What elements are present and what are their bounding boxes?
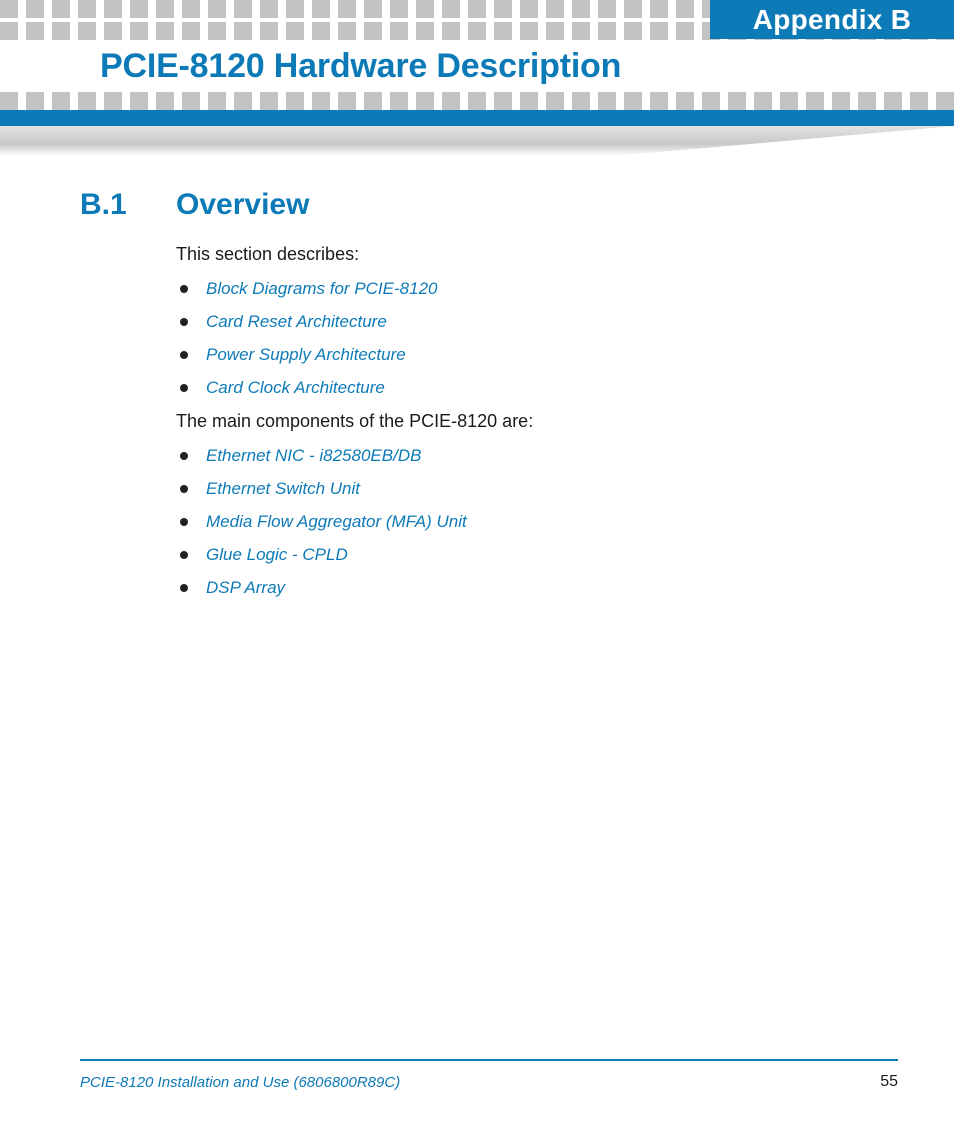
list-item: Media Flow Aggregator (MFA) Unit	[176, 512, 880, 532]
list-item: Power Supply Architecture	[176, 345, 880, 365]
link-block-diagrams[interactable]: Block Diagrams for PCIE-8120	[206, 279, 437, 298]
link-card-reset[interactable]: Card Reset Architecture	[206, 312, 387, 331]
link-ethernet-switch[interactable]: Ethernet Switch Unit	[206, 479, 360, 498]
appendix-badge: Appendix B	[710, 0, 954, 39]
section-title: Overview	[176, 188, 309, 222]
divider-bar-gray	[0, 126, 954, 156]
footer-doc-title: PCIE-8120 Installation and Use (6806800R…	[80, 1074, 400, 1091]
page-title: PCIE-8120 Hardware Description	[0, 47, 621, 86]
page-footer: PCIE-8120 Installation and Use (6806800R…	[80, 1059, 898, 1091]
link-list-1: Block Diagrams for PCIE-8120 Card Reset …	[176, 279, 880, 398]
appendix-label: Appendix B	[753, 4, 912, 36]
section-heading: B.1 Overview	[80, 188, 880, 222]
list-item: Card Clock Architecture	[176, 378, 880, 398]
list-item: Ethernet NIC - i82580EB/DB	[176, 446, 880, 466]
intro-text-1: This section describes:	[176, 244, 880, 265]
list-item: Glue Logic - CPLD	[176, 545, 880, 565]
list-item: Block Diagrams for PCIE-8120	[176, 279, 880, 299]
link-ethernet-nic[interactable]: Ethernet NIC - i82580EB/DB	[206, 446, 421, 465]
link-mfa-unit[interactable]: Media Flow Aggregator (MFA) Unit	[206, 512, 467, 531]
link-dsp-array[interactable]: DSP Array	[206, 578, 285, 597]
link-card-clock[interactable]: Card Clock Architecture	[206, 378, 385, 397]
list-item: Ethernet Switch Unit	[176, 479, 880, 499]
link-glue-logic[interactable]: Glue Logic - CPLD	[206, 545, 348, 564]
link-list-2: Ethernet NIC - i82580EB/DB Ethernet Swit…	[176, 446, 880, 598]
page-title-row: PCIE-8120 Hardware Description	[0, 44, 954, 88]
divider-bar-blue	[0, 110, 954, 126]
link-power-supply[interactable]: Power Supply Architecture	[206, 345, 406, 364]
list-item: Card Reset Architecture	[176, 312, 880, 332]
list-item: DSP Array	[176, 578, 880, 598]
footer-page-number: 55	[880, 1073, 898, 1091]
intro-text-2: The main components of the PCIE-8120 are…	[176, 411, 880, 432]
content-area: B.1 Overview This section describes: Blo…	[80, 188, 880, 611]
section-number: B.1	[80, 188, 176, 222]
